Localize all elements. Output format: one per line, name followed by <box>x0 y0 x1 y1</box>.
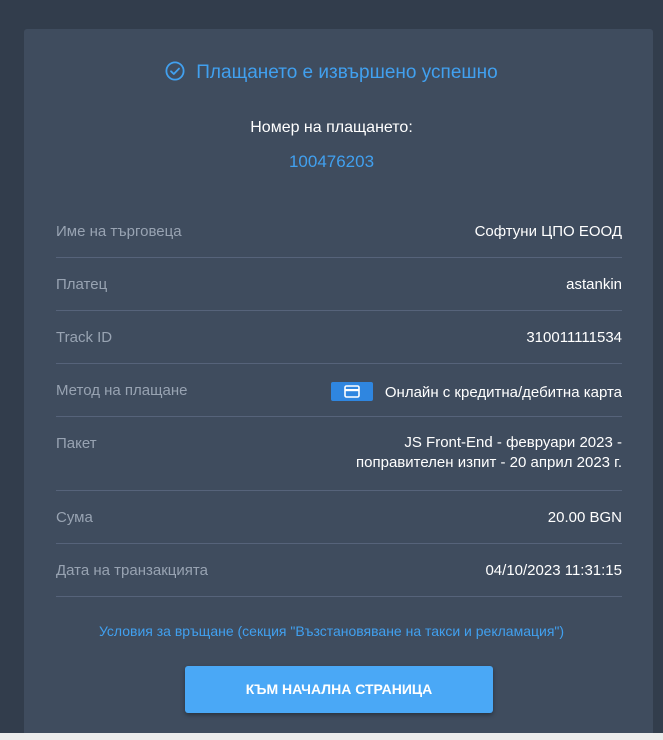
package-value: JS Front-End - февруари 2023 - поправите… <box>356 433 622 473</box>
merchant-label: Име на търговеца <box>56 223 182 240</box>
check-circle-icon <box>165 61 185 81</box>
payment-number-label: Номер на плащането: <box>250 119 413 136</box>
payer-label: Платец <box>56 276 108 293</box>
package-value-line-1: JS Front-End - февруари 2023 - <box>404 434 622 451</box>
payment-details-list: Име на търговеца Софтуни ЦПО ЕООД Платец… <box>56 205 622 597</box>
package-label: Пакет <box>56 435 97 452</box>
detail-row-merchant: Име на търговеца Софтуни ЦПО ЕООД <box>56 205 622 258</box>
detail-row-payer: Платец astankin <box>56 258 622 311</box>
page-bottom-edge <box>0 733 663 740</box>
amount-label: Сума <box>56 509 93 526</box>
package-value-line-2: поправителен изпит - 20 април 2023 г. <box>356 454 622 471</box>
amount-value: 20.00 BGN <box>547 509 622 526</box>
payment-number-value: 100476203 <box>288 152 375 171</box>
merchant-value: Софтуни ЦПО ЕООД <box>474 223 622 240</box>
payment-method-value-wrap: Онлайн с кредитна/дебитна карта <box>330 382 622 401</box>
track-id-value: 310011111534 <box>526 329 622 346</box>
payment-success-text: Плащането е извършено успешно <box>196 62 498 83</box>
detail-row-amount: Сума 20.00 BGN <box>56 491 622 544</box>
payment-method-label: Метод на плащане <box>56 382 188 399</box>
transaction-date-label: Дата на транзакцията <box>56 562 208 579</box>
detail-row-transaction-date: Дата на транзакцията 04/10/2023 11:31:15 <box>56 544 622 597</box>
payment-success-heading: Плащането е извършено успешно <box>0 61 663 84</box>
detail-row-package: Пакет JS Front-End - февруари 2023 - поп… <box>56 417 622 491</box>
home-page-button[interactable]: КЪМ НАЧАЛНА СТРАНИЦА <box>185 666 493 713</box>
payer-value: astankin <box>566 276 622 293</box>
detail-row-track-id: Track ID 310011111534 <box>56 311 622 364</box>
payment-method-value: Онлайн с кредитна/дебитна карта <box>384 384 622 401</box>
credit-card-icon <box>330 382 373 401</box>
detail-row-payment-method: Метод на плащане Онлайн с кредитна/дебит… <box>56 364 622 417</box>
track-id-label: Track ID <box>56 329 113 346</box>
page: Плащането е извършено успешно Номер на п… <box>0 0 663 740</box>
transaction-date-value: 04/10/2023 11:31:15 <box>485 562 622 579</box>
refund-terms-link[interactable]: Условия за връщане (секция "Възстановява… <box>0 623 663 639</box>
